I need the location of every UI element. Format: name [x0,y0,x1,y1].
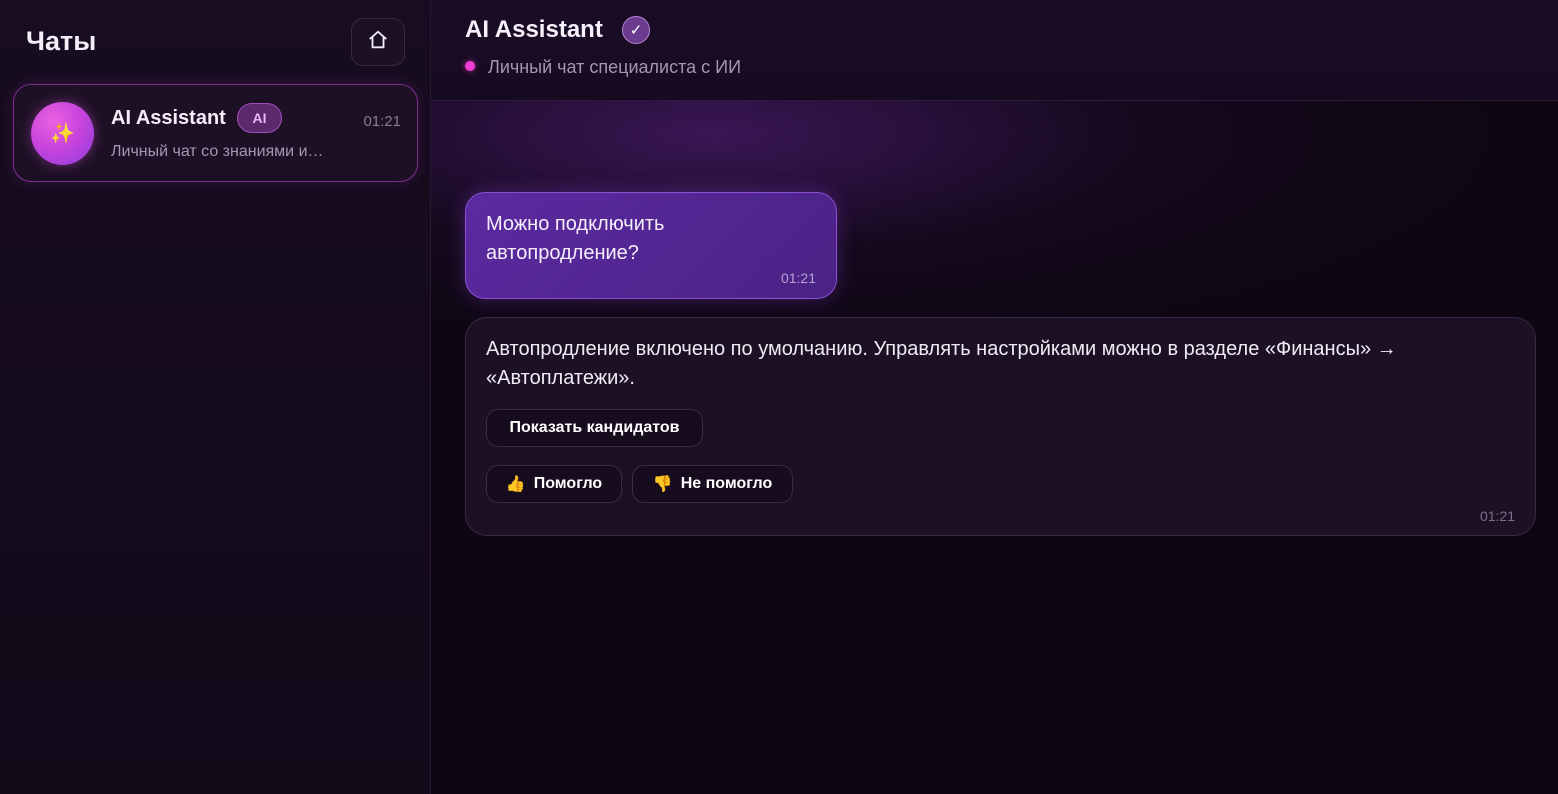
app-root: Чаты ✨ AI Assistant AI 01:21 Личный чат … [0,0,1558,794]
chat-preview: Личный чат со знаниями и… [111,143,324,160]
chat-subtitle: Личный чат специалиста с ИИ [488,57,742,77]
show-candidates-button[interactable]: Показать кандидатов [486,409,703,447]
helped-button[interactable]: 👍 Помогло [486,465,622,503]
assistant-message-text: Автопродление включено по умолчанию. Упр… [486,338,1397,389]
thumbs-down-icon: 👎 [652,476,673,493]
sparkles-icon: ✨ [50,123,75,145]
assistant-message: Автопродление включено по умолчанию. Упр… [465,317,1536,536]
user-message-time: 01:21 [780,270,816,286]
assistant-message-time: 01:21 [1479,508,1515,524]
sidebar: Чаты ✨ AI Assistant AI 01:21 Личный чат … [0,0,431,794]
sidebar-title: Чаты [26,26,97,56]
chat-time: 01:21 [363,113,401,130]
chat-header: AI Assistant ✓ Личный чат специалиста с … [431,0,1558,101]
not-helped-button[interactable]: 👎 Не помогло [632,465,793,503]
ai-badge: AI [237,103,282,133]
chat-avatar: ✨ [31,102,94,165]
not-helped-label: Не помогло [680,475,773,492]
chat-title: AI Assistant [465,16,603,43]
helped-label: Помогло [533,475,603,492]
user-message: Можно подключить автопродление? 01:21 [465,192,837,299]
home-icon [367,29,389,56]
user-message-text: Можно подключить автопродление? [486,213,665,264]
chat-main: AI Assistant ✓ Личный чат специалиста с … [431,0,1558,794]
chat-name: AI Assistant [111,107,226,129]
chat-list-item[interactable]: ✨ AI Assistant AI 01:21 Личный чат со зн… [13,84,418,182]
thumbs-up-icon: 👍 [505,476,526,493]
status-dot [465,61,475,71]
home-button[interactable] [351,18,405,66]
verified-icon: ✓ [622,16,650,44]
